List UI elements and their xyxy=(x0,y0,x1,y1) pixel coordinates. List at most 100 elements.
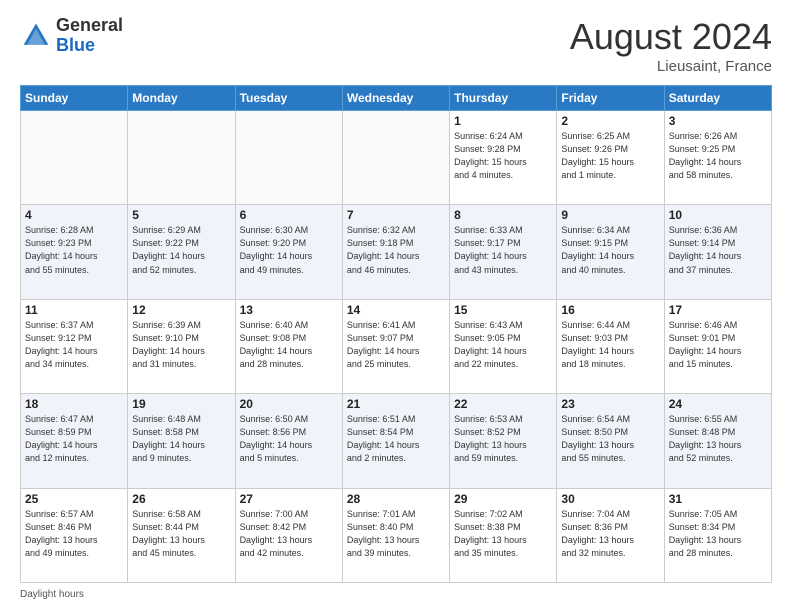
day-info: Sunrise: 6:39 AM Sunset: 9:10 PM Dayligh… xyxy=(132,319,230,371)
day-info: Sunrise: 6:34 AM Sunset: 9:15 PM Dayligh… xyxy=(561,224,659,276)
calendar-cell: 6 Sunrise: 6:30 AM Sunset: 9:20 PM Daylig… xyxy=(235,205,342,299)
day-number: 27 xyxy=(240,492,338,506)
logo-blue-text: Blue xyxy=(56,35,95,55)
calendar-cell: 1 Sunrise: 6:24 AM Sunset: 9:28 PM Daylig… xyxy=(450,111,557,205)
calendar-cell: 13 Sunrise: 6:40 AM Sunset: 9:08 PM Dayli… xyxy=(235,299,342,393)
calendar-week-row: 25Sunrise: 6:57 AM Sunset: 8:46 PM Dayli… xyxy=(21,488,772,582)
day-number: 2 xyxy=(561,114,659,128)
calendar-cell xyxy=(342,111,449,205)
day-number: 13 xyxy=(240,303,338,317)
day-number: 16 xyxy=(561,303,659,317)
day-info: Sunrise: 6:44 AM Sunset: 9:03 PM Dayligh… xyxy=(561,319,659,371)
calendar-week-row: 11 Sunrise: 6:37 AM Sunset: 9:12 PM Dayli… xyxy=(21,299,772,393)
day-number: 14 xyxy=(347,303,445,317)
day-info: Sunrise: 6:46 AM Sunset: 9:01 PM Dayligh… xyxy=(669,319,767,371)
day-number: 1 xyxy=(454,114,552,128)
logo-icon xyxy=(20,20,52,52)
calendar-cell: 28Sunrise: 7:01 AM Sunset: 8:40 PM Dayli… xyxy=(342,488,449,582)
calendar-table: SundayMondayTuesdayWednesdayThursdayFrid… xyxy=(20,85,772,583)
day-number: 6 xyxy=(240,208,338,222)
day-number: 29 xyxy=(454,492,552,506)
calendar-cell: 12 Sunrise: 6:39 AM Sunset: 9:10 PM Dayli… xyxy=(128,299,235,393)
calendar-cell: 3Sunrise: 6:26 AM Sunset: 9:25 PM Daylig… xyxy=(664,111,771,205)
col-header-tuesday: Tuesday xyxy=(235,86,342,111)
day-number: 19 xyxy=(132,397,230,411)
day-info: Sunrise: 6:47 AM Sunset: 8:59 PM Dayligh… xyxy=(25,413,123,465)
calendar-cell: 19 Sunrise: 6:48 AM Sunset: 8:58 PM Dayli… xyxy=(128,394,235,488)
day-number: 9 xyxy=(561,208,659,222)
day-info: Sunrise: 6:36 AM Sunset: 9:14 PM Dayligh… xyxy=(669,224,767,276)
calendar-cell: 18 Sunrise: 6:47 AM Sunset: 8:59 PM Dayli… xyxy=(21,394,128,488)
day-info: Sunrise: 6:41 AM Sunset: 9:07 PM Dayligh… xyxy=(347,319,445,371)
calendar-cell: 30 Sunrise: 7:04 AM Sunset: 8:36 PM Dayli… xyxy=(557,488,664,582)
calendar-cell xyxy=(235,111,342,205)
day-info: Sunrise: 6:48 AM Sunset: 8:58 PM Dayligh… xyxy=(132,413,230,465)
day-info: Sunrise: 6:28 AM Sunset: 9:23 PM Dayligh… xyxy=(25,224,123,276)
day-info: Sunrise: 6:55 AM Sunset: 8:48 PM Dayligh… xyxy=(669,413,767,465)
col-header-wednesday: Wednesday xyxy=(342,86,449,111)
calendar-week-row: 4 Sunrise: 6:28 AM Sunset: 9:23 PM Daylig… xyxy=(21,205,772,299)
calendar-cell: 29 Sunrise: 7:02 AM Sunset: 8:38 PM Dayli… xyxy=(450,488,557,582)
day-number: 26 xyxy=(132,492,230,506)
day-info: Sunrise: 6:54 AM Sunset: 8:50 PM Dayligh… xyxy=(561,413,659,465)
calendar-cell: 26 Sunrise: 6:58 AM Sunset: 8:44 PM Dayli… xyxy=(128,488,235,582)
month-title: August 2024 xyxy=(570,16,772,58)
day-info: Sunrise: 6:24 AM Sunset: 9:28 PM Dayligh… xyxy=(454,130,552,182)
calendar-cell: 2Sunrise: 6:25 AM Sunset: 9:26 PM Daylig… xyxy=(557,111,664,205)
footer: Daylight hours xyxy=(20,589,772,600)
day-info: Sunrise: 6:32 AM Sunset: 9:18 PM Dayligh… xyxy=(347,224,445,276)
calendar-cell: 7Sunrise: 6:32 AM Sunset: 9:18 PM Daylig… xyxy=(342,205,449,299)
day-info: Sunrise: 7:05 AM Sunset: 8:34 PM Dayligh… xyxy=(669,508,767,560)
calendar-cell: 15 Sunrise: 6:43 AM Sunset: 9:05 PM Dayli… xyxy=(450,299,557,393)
day-info: Sunrise: 6:40 AM Sunset: 9:08 PM Dayligh… xyxy=(240,319,338,371)
day-number: 18 xyxy=(25,397,123,411)
calendar-week-row: 18 Sunrise: 6:47 AM Sunset: 8:59 PM Dayli… xyxy=(21,394,772,488)
calendar-cell: 11 Sunrise: 6:37 AM Sunset: 9:12 PM Dayli… xyxy=(21,299,128,393)
day-info: Sunrise: 6:29 AM Sunset: 9:22 PM Dayligh… xyxy=(132,224,230,276)
header: General Blue August 2024 Lieusaint, Fran… xyxy=(20,16,772,75)
day-info: Sunrise: 6:30 AM Sunset: 9:20 PM Dayligh… xyxy=(240,224,338,276)
day-info: Sunrise: 6:33 AM Sunset: 9:17 PM Dayligh… xyxy=(454,224,552,276)
calendar-cell: 31 Sunrise: 7:05 AM Sunset: 8:34 PM Dayli… xyxy=(664,488,771,582)
day-number: 30 xyxy=(561,492,659,506)
calendar-cell: 22Sunrise: 6:53 AM Sunset: 8:52 PM Dayli… xyxy=(450,394,557,488)
calendar-cell: 16 Sunrise: 6:44 AM Sunset: 9:03 PM Dayli… xyxy=(557,299,664,393)
day-info: Sunrise: 6:43 AM Sunset: 9:05 PM Dayligh… xyxy=(454,319,552,371)
day-info: Sunrise: 7:04 AM Sunset: 8:36 PM Dayligh… xyxy=(561,508,659,560)
day-info: Sunrise: 7:00 AM Sunset: 8:42 PM Dayligh… xyxy=(240,508,338,560)
day-number: 23 xyxy=(561,397,659,411)
day-number: 8 xyxy=(454,208,552,222)
day-info: Sunrise: 6:37 AM Sunset: 9:12 PM Dayligh… xyxy=(25,319,123,371)
col-header-sunday: Sunday xyxy=(21,86,128,111)
footer-label: Daylight hours xyxy=(20,589,84,600)
calendar-cell: 21Sunrise: 6:51 AM Sunset: 8:54 PM Dayli… xyxy=(342,394,449,488)
day-info: Sunrise: 7:02 AM Sunset: 8:38 PM Dayligh… xyxy=(454,508,552,560)
day-number: 11 xyxy=(25,303,123,317)
day-info: Sunrise: 6:51 AM Sunset: 8:54 PM Dayligh… xyxy=(347,413,445,465)
day-number: 12 xyxy=(132,303,230,317)
logo-general-text: General xyxy=(56,15,123,35)
logo-text: General Blue xyxy=(56,16,123,56)
col-header-monday: Monday xyxy=(128,86,235,111)
day-info: Sunrise: 6:50 AM Sunset: 8:56 PM Dayligh… xyxy=(240,413,338,465)
day-number: 15 xyxy=(454,303,552,317)
calendar-cell: 24Sunrise: 6:55 AM Sunset: 8:48 PM Dayli… xyxy=(664,394,771,488)
day-number: 20 xyxy=(240,397,338,411)
calendar-header-row: SundayMondayTuesdayWednesdayThursdayFrid… xyxy=(21,86,772,111)
day-info: Sunrise: 6:26 AM Sunset: 9:25 PM Dayligh… xyxy=(669,130,767,182)
day-number: 5 xyxy=(132,208,230,222)
calendar-week-row: 1 Sunrise: 6:24 AM Sunset: 9:28 PM Daylig… xyxy=(21,111,772,205)
day-number: 22 xyxy=(454,397,552,411)
calendar-cell: 4 Sunrise: 6:28 AM Sunset: 9:23 PM Daylig… xyxy=(21,205,128,299)
day-info: Sunrise: 6:58 AM Sunset: 8:44 PM Dayligh… xyxy=(132,508,230,560)
day-number: 4 xyxy=(25,208,123,222)
col-header-thursday: Thursday xyxy=(450,86,557,111)
calendar-cell: 20 Sunrise: 6:50 AM Sunset: 8:56 PM Dayli… xyxy=(235,394,342,488)
calendar-cell: 27 Sunrise: 7:00 AM Sunset: 8:42 PM Dayli… xyxy=(235,488,342,582)
day-number: 31 xyxy=(669,492,767,506)
calendar-cell: 25Sunrise: 6:57 AM Sunset: 8:46 PM Dayli… xyxy=(21,488,128,582)
calendar-cell: 14 Sunrise: 6:41 AM Sunset: 9:07 PM Dayli… xyxy=(342,299,449,393)
calendar-cell xyxy=(128,111,235,205)
calendar-cell: 17Sunrise: 6:46 AM Sunset: 9:01 PM Dayli… xyxy=(664,299,771,393)
calendar-cell: 8 Sunrise: 6:33 AM Sunset: 9:17 PM Daylig… xyxy=(450,205,557,299)
